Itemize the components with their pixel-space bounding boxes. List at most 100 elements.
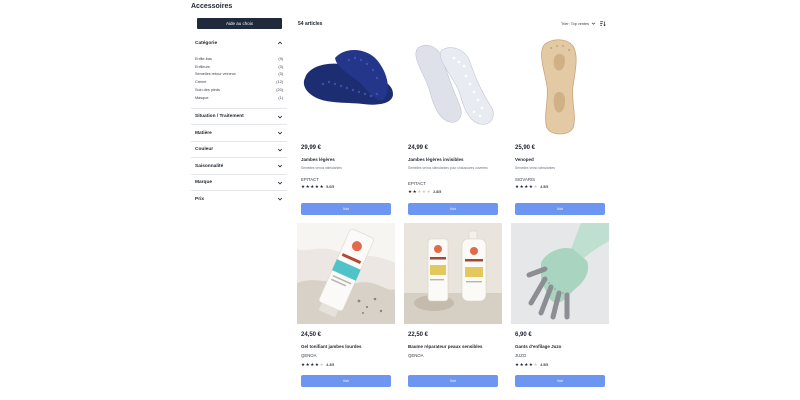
star-icon: ★ xyxy=(533,184,538,189)
product-name[interactable]: Gants d'enfilage Juzo xyxy=(515,344,607,349)
view-button[interactable]: Voir xyxy=(515,375,605,387)
product-image-green-glove[interactable] xyxy=(511,223,609,324)
star-icon: ★ xyxy=(310,184,315,189)
product-card[interactable]: 25,90 € Venoped Semelles veino stimulant… xyxy=(511,36,609,217)
product-name[interactable]: Venoped xyxy=(515,157,607,162)
star-icon: ★ xyxy=(301,184,306,189)
chevron-down-icon xyxy=(276,179,283,186)
view-button[interactable]: Voir xyxy=(301,203,391,215)
star-icon: ★ xyxy=(524,362,529,367)
category-item-masque[interactable]: Masque (1) xyxy=(195,94,283,102)
facet-couleur-header[interactable]: Couleur xyxy=(191,142,287,158)
star-icon: ★ xyxy=(528,184,533,189)
rating-value: 5.0/5 xyxy=(326,184,335,189)
product-image-beige-insole[interactable] xyxy=(511,36,609,137)
facet-marque-title: Marque xyxy=(195,180,213,186)
product-name[interactable]: Jambes légères invisibles xyxy=(408,157,500,162)
product-brand: EPITACT xyxy=(408,181,426,186)
product-card[interactable]: 22,50 € Baume réparateur peaux sensibles… xyxy=(404,223,502,400)
category-count: (20) xyxy=(276,88,283,93)
product-price: 29,99 € xyxy=(301,145,322,151)
filter-sidebar: Catégorie Enfile-bas (9) Enfileurs (3) Sem… xyxy=(191,34,287,207)
rating-value: 2.8/5 xyxy=(433,189,442,194)
product-price: 22,50 € xyxy=(408,332,429,338)
rating-value: 4.5/5 xyxy=(540,362,549,367)
product-rating: ★ ★ ★ ★ ★ 4.5/5 xyxy=(515,184,548,189)
category-item-soin-pieds[interactable]: Soin des pieds (20) xyxy=(195,86,283,94)
star-icon: ★ xyxy=(421,189,426,194)
facet-marque-header[interactable]: Marque xyxy=(191,175,287,191)
facet-situation: Situation / Traitement xyxy=(191,109,287,126)
product-image-clear-insoles[interactable] xyxy=(404,36,502,137)
star-icon: ★ xyxy=(533,362,538,367)
facet-situation-header[interactable]: Situation / Traitement xyxy=(191,109,287,125)
chevron-down-icon xyxy=(276,196,283,203)
facet-couleur: Couleur xyxy=(191,142,287,159)
product-rating: ★ ★ ★ ★ ★ 4.3/5 xyxy=(301,362,334,367)
chevron-down-icon xyxy=(276,146,283,153)
star-icon: ★ xyxy=(519,362,524,367)
facet-saisonnalite-title: Saisonnalité xyxy=(195,163,224,169)
category-count: (12) xyxy=(276,80,283,85)
category-item-enfileurs[interactable]: Enfileurs (3) xyxy=(195,63,283,71)
category-label: Masque xyxy=(195,95,209,100)
sort-icon[interactable] xyxy=(599,20,606,27)
product-brand: EPITACT xyxy=(301,177,319,182)
facet-saisonnalite-header[interactable]: Saisonnalité xyxy=(191,158,287,174)
star-icon: ★ xyxy=(314,362,319,367)
facet-category: Catégorie Enfile-bas (9) Enfileurs (3) Sem… xyxy=(191,34,287,109)
sort-label: Trier: Top ventes xyxy=(561,21,590,26)
chevron-up-icon xyxy=(276,40,283,47)
category-item-creme[interactable]: Crème (12) xyxy=(195,78,283,86)
star-icon: ★ xyxy=(426,189,431,194)
facet-category-title: Catégorie xyxy=(195,40,218,46)
product-brand: QENOA xyxy=(301,353,317,358)
product-image-balm-bottles[interactable] xyxy=(404,223,502,324)
view-button[interactable]: Voir xyxy=(515,203,605,215)
product-image-blue-insoles[interactable] xyxy=(297,36,395,137)
category-count: (3) xyxy=(278,72,283,77)
product-brand: SIGVARIS xyxy=(515,177,535,182)
category-label: Enfileurs xyxy=(195,64,210,69)
view-button[interactable]: Voir xyxy=(301,375,391,387)
star-icon: ★ xyxy=(528,362,533,367)
star-icon: ★ xyxy=(305,184,310,189)
category-count: (3) xyxy=(278,64,283,69)
star-icon: ★ xyxy=(408,189,413,194)
product-price: 6,90 € xyxy=(515,332,532,338)
product-image-gel-tube[interactable] xyxy=(297,223,395,324)
facet-matiere-header[interactable]: Matière xyxy=(191,125,287,141)
category-item-semelles[interactable]: Semelles retour veineux (3) xyxy=(195,71,283,79)
chevron-down-icon xyxy=(276,130,283,137)
view-button[interactable]: Voir xyxy=(408,375,498,387)
facet-matiere: Matière xyxy=(191,125,287,142)
star-icon: ★ xyxy=(301,362,306,367)
facet-prix-header[interactable]: Prix xyxy=(191,191,287,207)
product-name[interactable]: Baume réparateur peaux sensibles xyxy=(408,344,500,349)
facet-prix: Prix xyxy=(191,191,287,207)
facet-prix-title: Prix xyxy=(195,196,205,202)
chevron-down-icon xyxy=(276,163,283,170)
page-title: Accessoires xyxy=(191,3,233,10)
product-name[interactable]: Jambes légères xyxy=(301,157,393,162)
category-label: Soin des pieds xyxy=(195,88,220,93)
product-card[interactable]: 24,50 € Gel tonifiant jambes lourdes QEN… xyxy=(297,223,395,400)
category-list: Enfile-bas (9) Enfileurs (3) Semelles reto… xyxy=(191,52,287,108)
category-count: (1) xyxy=(278,95,283,100)
product-name[interactable]: Gel tonifiant jambes lourdes xyxy=(301,344,393,349)
star-icon: ★ xyxy=(515,362,520,367)
star-icon: ★ xyxy=(319,184,324,189)
facet-category-header[interactable]: Catégorie xyxy=(191,34,287,52)
product-card[interactable]: 6,90 € Gants d'enfilage Juzo JUZO ★ ★ ★ ★ ★ … xyxy=(511,223,609,400)
category-label: Crème xyxy=(195,80,207,85)
product-rating: ★ ★ ★ ★ ★ 4.5/5 xyxy=(515,362,548,367)
product-card[interactable]: 29,99 € Jambes légères Semelles venos st… xyxy=(297,36,395,217)
sort-select[interactable]: Trier: Top ventes xyxy=(561,21,596,27)
view-button[interactable]: Voir xyxy=(408,203,498,215)
category-count: (9) xyxy=(278,56,283,61)
category-item-enfile-bas[interactable]: Enfile-bas (9) xyxy=(195,55,283,63)
product-card[interactable]: 24,99 € Jambes légères invisibles Semell… xyxy=(404,36,502,217)
rating-value: 4.5/5 xyxy=(540,184,549,189)
help-choice-button[interactable]: Aide au choix xyxy=(197,18,282,29)
facet-saisonnalite: Saisonnalité xyxy=(191,158,287,175)
